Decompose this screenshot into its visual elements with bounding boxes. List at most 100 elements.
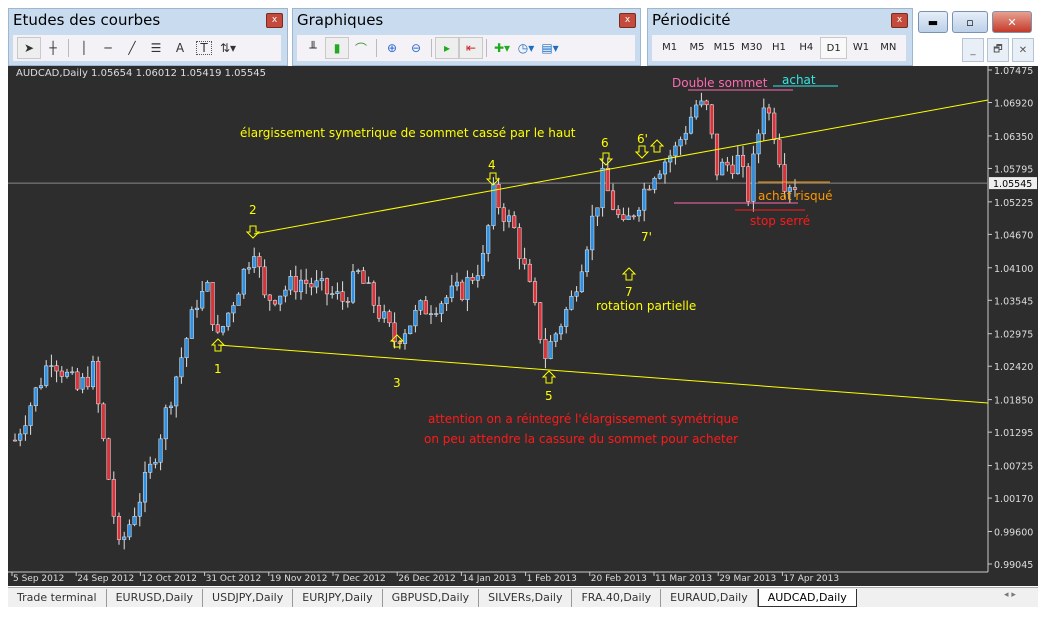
time-tick-label: 20 Feb 2013	[591, 574, 647, 584]
bear-candle	[782, 164, 787, 192]
bear-candle	[12, 439, 18, 442]
autoscroll-icon[interactable]: ▸	[435, 37, 459, 59]
fibonacci-icon[interactable]: ☰	[144, 37, 168, 59]
bear-candle	[423, 300, 428, 315]
bull-candle	[694, 104, 699, 118]
bull-candle	[454, 281, 460, 287]
crosshair-icon[interactable]: ┼	[41, 37, 65, 59]
bear-candle	[631, 215, 636, 218]
bull-candle	[122, 536, 127, 540]
templates-icon[interactable]: ▤▾	[538, 37, 562, 59]
chart-close-button[interactable]: ✕	[1012, 38, 1034, 62]
close-icon[interactable]: x	[266, 13, 283, 28]
period-m15[interactable]: M15	[711, 37, 738, 59]
tab-silvers-daily[interactable]: SILVERs,Daily	[479, 589, 573, 607]
bull-candle	[179, 357, 184, 378]
bear-candle	[85, 376, 90, 388]
period-h4[interactable]: H4	[793, 37, 820, 59]
close-icon[interactable]: x	[891, 13, 908, 28]
text-icon[interactable]: A	[168, 37, 192, 59]
candlestick-icon[interactable]: ▮	[325, 37, 349, 59]
time-tick-label: 5 Sep 2012	[13, 574, 64, 584]
price-tick-label: 1.06350	[994, 132, 1033, 143]
time-tick-label: 24 Sep 2012	[77, 574, 134, 584]
periods-clock-icon[interactable]: ◷▾	[514, 37, 538, 59]
period-m30[interactable]: M30	[738, 37, 765, 59]
bear-candle	[746, 166, 751, 202]
bull-candle	[174, 376, 179, 407]
close-window-button[interactable]: ✕	[992, 11, 1032, 33]
bull-candle	[574, 291, 579, 297]
close-icon[interactable]: x	[619, 13, 636, 28]
tab-fra-40-daily[interactable]: FRA.40,Daily	[572, 589, 662, 607]
price-tick-label: 1.04670	[994, 230, 1033, 241]
line-chart-icon[interactable]: ⌒	[349, 37, 373, 59]
bear-candle	[512, 215, 517, 228]
trendline-icon[interactable]: ╱	[120, 37, 144, 59]
zoom-in-icon[interactable]: ⊕	[380, 37, 404, 59]
period-title: Périodicité	[652, 11, 731, 29]
bull-candle	[184, 338, 189, 358]
price-chart[interactable]: 1.07475 1.06920 1.06350 1.05795 1.05225 1.046…	[8, 66, 1038, 586]
bull-candle	[475, 275, 480, 281]
time-tick-label: 11 Mar 2013	[655, 574, 712, 584]
bear-candle	[621, 214, 626, 221]
bull-candle	[418, 300, 423, 311]
price-tick-label: 1.02420	[994, 362, 1033, 373]
tab-usdjpy-daily[interactable]: USDJPY,Daily	[203, 589, 294, 607]
period-d1[interactable]: D1	[819, 37, 848, 59]
bar-chart-icon[interactable]: ╨	[301, 37, 325, 59]
bear-candle	[538, 302, 543, 340]
arrows-icon[interactable]: ⇅▾	[216, 37, 240, 59]
period-w1[interactable]: W1	[847, 37, 874, 59]
bull-candle	[402, 333, 408, 344]
bear-candle	[730, 164, 735, 175]
tab-eurusd-daily[interactable]: EURUSD,Daily	[107, 589, 204, 607]
bear-candle	[262, 266, 267, 296]
period-h1[interactable]: H1	[765, 37, 792, 59]
vertical-line-icon[interactable]: │	[72, 37, 96, 59]
tab-scroll-arrows[interactable]: ◂ ▸	[1004, 590, 1016, 600]
price-tick-label: 1.01850	[994, 396, 1033, 407]
period-m5[interactable]: M5	[683, 37, 710, 59]
bull-candle	[506, 215, 512, 222]
arrow-down-icon	[245, 225, 261, 239]
candlestick-canvas: 1.07475 1.06920 1.06350 1.05795 1.05225 1.046…	[8, 66, 1037, 584]
bull-candle	[70, 371, 75, 374]
bull-candle	[246, 267, 252, 270]
bull-candle	[439, 303, 444, 314]
studies-title: Etudes des courbes	[13, 11, 161, 29]
chart-restore-button[interactable]: 🗗	[987, 38, 1009, 62]
tab-gbpusd-daily[interactable]: GBPUSD,Daily	[383, 589, 480, 607]
bull-candle	[194, 307, 200, 310]
bull-candle	[584, 249, 590, 273]
bear-candle	[647, 188, 652, 191]
indicators-icon[interactable]: ✚▾	[490, 37, 514, 59]
chart-shift-icon[interactable]: ⇤	[459, 37, 483, 59]
bull-candle	[642, 188, 647, 211]
period-m1[interactable]: M1	[656, 37, 683, 59]
text-label-icon[interactable]: T	[196, 41, 212, 55]
time-tick-label: 7 Dec 2012	[334, 574, 386, 584]
cursor-icon[interactable]: ➤	[17, 37, 41, 59]
bull-candle	[683, 132, 688, 140]
bear-candle	[340, 291, 345, 302]
bear-candle	[304, 279, 309, 284]
bull-candle	[23, 425, 28, 435]
period-mn[interactable]: MN	[875, 37, 902, 59]
chart-minimize-button[interactable]: _	[962, 38, 984, 62]
tab-euraud-daily[interactable]: EURAUD,Daily	[661, 589, 758, 607]
price-tick-label: 1.04100	[994, 264, 1033, 275]
bear-candle	[772, 112, 777, 140]
maximize-window-button[interactable]: ▫	[952, 11, 988, 33]
annotation-warning-1: attention on a réintegré l'élargissement…	[428, 412, 739, 426]
bull-candle	[278, 295, 283, 305]
horizontal-line-icon[interactable]: ─	[96, 37, 120, 59]
tab-audcad-daily[interactable]: AUDCAD,Daily	[757, 589, 857, 607]
minimize-window-button[interactable]: ▬	[918, 11, 948, 33]
tab-trade-terminal[interactable]: Trade terminal	[8, 589, 107, 607]
tab-eurjpy-daily[interactable]: EURJPY,Daily	[293, 589, 383, 607]
bull-candle	[220, 326, 226, 333]
zoom-out-icon[interactable]: ⊖	[404, 37, 428, 59]
annotation-double-top: Double sommet	[672, 76, 768, 90]
